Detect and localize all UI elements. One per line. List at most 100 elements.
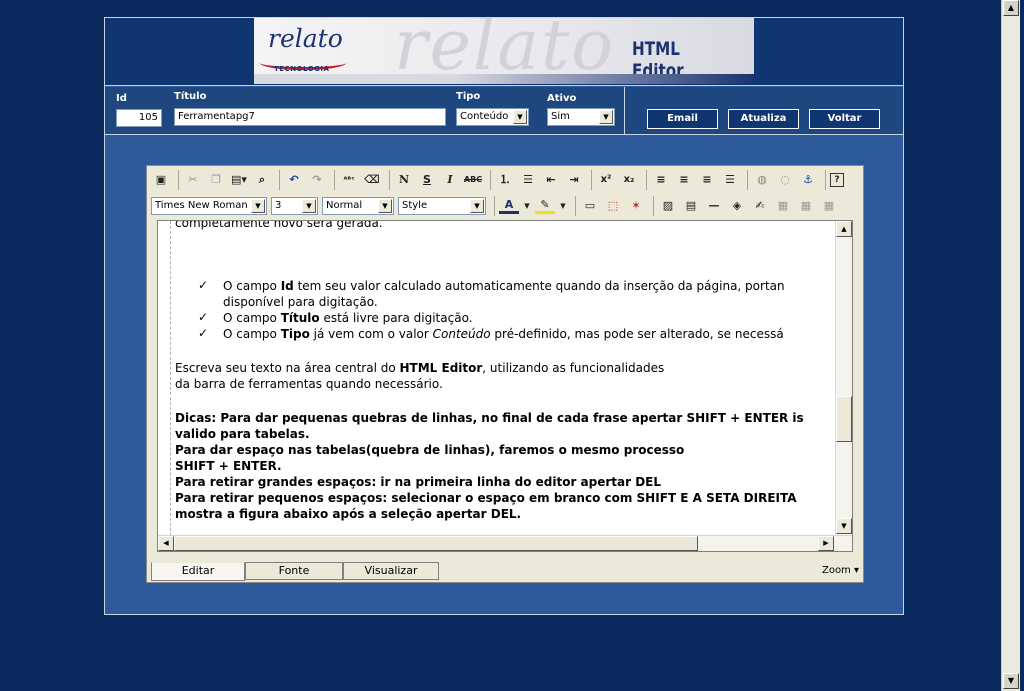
chevron-down-icon[interactable]: ▼ bbox=[470, 199, 484, 213]
font-select[interactable]: Times New Roman ▼ bbox=[151, 197, 267, 215]
superscript-icon[interactable]: x² bbox=[596, 170, 616, 190]
check-icon: ✓ bbox=[198, 326, 209, 340]
paste-icon[interactable]: ▤▾ bbox=[229, 170, 249, 190]
content-line: completamente novo será gerada. bbox=[175, 220, 383, 230]
italic-icon[interactable]: I bbox=[440, 170, 460, 190]
table-icon[interactable]: ▦ bbox=[796, 196, 816, 216]
image-icon[interactable]: ▨ bbox=[658, 196, 678, 216]
fullscreen-icon[interactable]: ▣ bbox=[151, 170, 171, 190]
style-select[interactable]: Style ▼ bbox=[398, 197, 486, 215]
chevron-down-icon[interactable]: ▼ bbox=[513, 110, 527, 124]
email-button[interactable]: Email bbox=[647, 109, 718, 129]
undo-icon[interactable]: ↶ bbox=[284, 170, 304, 190]
editor-vscroll[interactable]: ▲ ▼ bbox=[835, 221, 852, 535]
text: Título bbox=[280, 311, 320, 325]
underline-icon[interactable]: S bbox=[417, 170, 437, 190]
paragraph-1-cont: da barra de ferramentas quando necessári… bbox=[175, 377, 443, 391]
scroll-up-icon[interactable]: ▲ bbox=[1003, 0, 1019, 16]
spellcheck-icon[interactable]: ᴬᴮᶜ bbox=[339, 170, 359, 190]
bullet-list-icon[interactable]: ☰ bbox=[518, 170, 538, 190]
zoom-control[interactable]: Zoom ▾ bbox=[822, 565, 859, 576]
window-scrollbar[interactable]: ▲ ▼ bbox=[1001, 0, 1020, 691]
align-left-icon[interactable]: ≡ bbox=[651, 170, 671, 190]
text: O campo bbox=[223, 279, 281, 293]
check-icon: ✓ bbox=[198, 310, 209, 324]
unlink-icon[interactable]: ◌ bbox=[775, 170, 795, 190]
tipo-select[interactable]: Conteúdo ▼ bbox=[456, 108, 529, 126]
subscript-icon[interactable]: x₂ bbox=[619, 170, 639, 190]
help-icon[interactable]: ? bbox=[830, 173, 844, 187]
anchor-icon[interactable]: ⚓ bbox=[798, 170, 818, 190]
align-justify-icon[interactable]: ☰ bbox=[720, 170, 740, 190]
copy-icon[interactable]: ❐ bbox=[206, 170, 226, 190]
scroll-thumb[interactable] bbox=[174, 536, 698, 551]
form-icon[interactable]: ▦ bbox=[773, 196, 793, 216]
font-color-icon[interactable]: A bbox=[499, 198, 519, 214]
toolbar-separator bbox=[646, 170, 647, 190]
voltar-button[interactable]: Voltar bbox=[809, 109, 880, 129]
tip-line: mostra a figura abaixo após a seleção ap… bbox=[175, 507, 522, 521]
document-icon[interactable]: ▤ bbox=[681, 196, 701, 216]
table-props-icon[interactable]: ▭ bbox=[580, 196, 600, 216]
scroll-up-icon[interactable]: ▲ bbox=[836, 221, 852, 237]
style-value: Style bbox=[402, 200, 428, 211]
toolbar-separator bbox=[334, 170, 335, 190]
cut-icon[interactable]: ✂ bbox=[183, 170, 203, 190]
align-center-icon[interactable]: ≡ bbox=[674, 170, 694, 190]
highlight-icon[interactable]: ✎ bbox=[535, 198, 555, 214]
eraser-icon[interactable]: ⌫ bbox=[362, 170, 382, 190]
chevron-down-icon[interactable]: ▼ bbox=[558, 196, 568, 216]
tab-visualizar[interactable]: Visualizar bbox=[343, 562, 439, 580]
chevron-down-icon[interactable]: ▼ bbox=[251, 199, 265, 213]
box-icon[interactable]: ◈ bbox=[727, 196, 747, 216]
ativo-select[interactable]: Sim ▼ bbox=[547, 108, 615, 126]
redo-icon[interactable]: ↷ bbox=[307, 170, 327, 190]
link-icon[interactable]: ◍ bbox=[752, 170, 772, 190]
find-icon[interactable]: ⌕ bbox=[252, 170, 272, 190]
indent-icon[interactable]: ⇥ bbox=[564, 170, 584, 190]
scroll-left-icon[interactable]: ◀ bbox=[158, 536, 174, 551]
scroll-right-icon[interactable]: ▶ bbox=[818, 536, 834, 551]
strikethrough-icon[interactable]: ABC bbox=[463, 170, 483, 190]
table-grid-icon[interactable]: ▦ bbox=[819, 196, 839, 216]
toolbar-row-2: Times New Roman ▼ 3 ▼ Normal ▼ Style ▼ A ▼ ✎… bbox=[147, 193, 863, 219]
toolbar-separator bbox=[825, 170, 826, 190]
editor-hscroll[interactable]: ◀ ▶ bbox=[158, 535, 852, 551]
horizontal-rule-icon[interactable]: — bbox=[704, 196, 724, 216]
text: O campo bbox=[223, 327, 281, 341]
chevron-down-icon[interactable]: ▼ bbox=[302, 199, 316, 213]
form-row: Id 105 Título Ferramentapg7 Tipo Conteúd… bbox=[105, 87, 903, 135]
check-icon: ✓ bbox=[198, 278, 209, 292]
id-field[interactable]: 105 bbox=[116, 109, 162, 127]
chevron-down-icon[interactable]: ▼ bbox=[378, 199, 392, 213]
size-select[interactable]: 3 ▼ bbox=[271, 197, 318, 215]
scroll-down-icon[interactable]: ▼ bbox=[1003, 673, 1019, 689]
atualiza-button[interactable]: Atualiza bbox=[728, 109, 799, 129]
chevron-down-icon[interactable]: ▼ bbox=[599, 110, 613, 124]
tipo-value: Conteúdo bbox=[460, 111, 509, 122]
chevron-down-icon[interactable]: ▼ bbox=[522, 196, 532, 216]
outdent-icon[interactable]: ⇤ bbox=[541, 170, 561, 190]
toolbar-separator bbox=[747, 170, 748, 190]
tip-line: SHIFT + ENTER. bbox=[175, 459, 282, 473]
tab-fonte[interactable]: Fonte bbox=[245, 562, 343, 580]
scroll-down-icon[interactable]: ▼ bbox=[836, 518, 852, 534]
toolbar-separator bbox=[279, 170, 280, 190]
text: , utilizando as funcionalidades bbox=[482, 361, 665, 375]
divider bbox=[624, 87, 625, 135]
ativo-label: Ativo bbox=[547, 93, 577, 104]
scroll-thumb[interactable] bbox=[836, 396, 852, 442]
align-right-icon[interactable]: ≡ bbox=[697, 170, 717, 190]
select-box-icon[interactable]: ⬚ bbox=[603, 196, 623, 216]
numbered-list-icon[interactable]: ⒈ bbox=[495, 170, 515, 190]
edit-doc-icon[interactable]: ✍ bbox=[750, 196, 770, 216]
bold-icon[interactable]: N bbox=[394, 170, 414, 190]
format-select[interactable]: Normal ▼ bbox=[322, 197, 394, 215]
titulo-field[interactable]: Ferramentapg7 bbox=[174, 108, 446, 126]
special-char-icon[interactable]: ✶ bbox=[626, 196, 646, 216]
editor-content[interactable]: completamente novo será gerada. ✓ O camp… bbox=[157, 220, 853, 552]
bullet-id-cont: disponível para digitação. bbox=[223, 295, 378, 309]
toolbar-separator bbox=[591, 170, 592, 190]
tab-editar[interactable]: Editar bbox=[151, 562, 245, 581]
text: Conteúdo bbox=[432, 327, 491, 341]
